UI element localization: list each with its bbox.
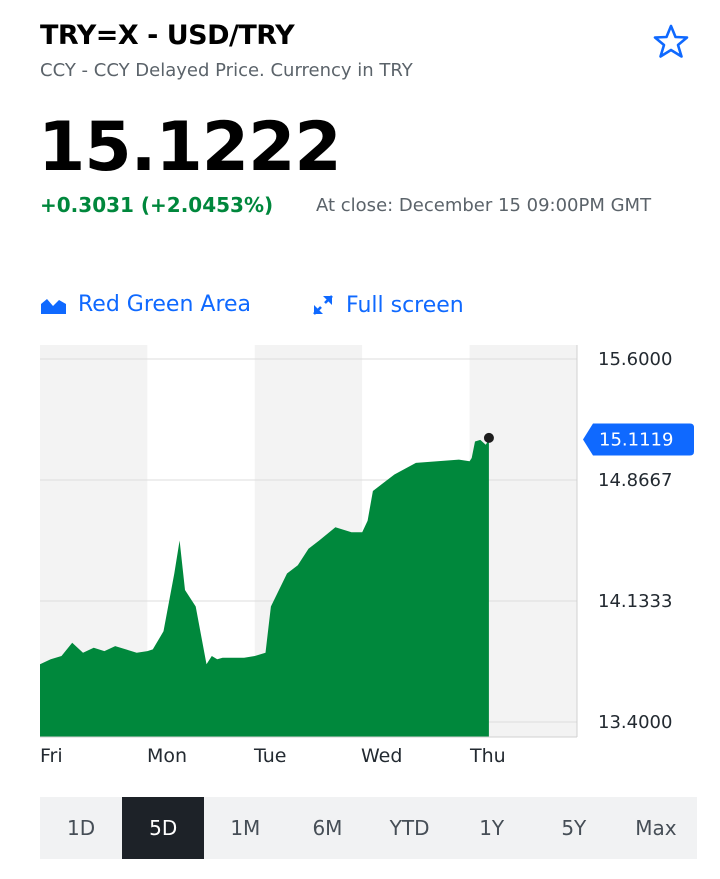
chart-type-button[interactable]: Red Green Area xyxy=(40,292,251,317)
price-chart[interactable]: 15.6000 14.8667 14.1333 13.4000 15.1119 Fri Mo… xyxy=(0,340,720,780)
y-tick-label: 13.4000 xyxy=(598,712,672,733)
range-ytd-button[interactable]: YTD xyxy=(369,797,451,859)
range-1m-button[interactable]: 1M xyxy=(204,797,286,859)
page-title: TRY=X - USD/TRY xyxy=(40,20,295,51)
range-5y-button[interactable]: 5Y xyxy=(533,797,615,859)
area-chart-icon xyxy=(41,298,66,314)
quote-subtitle: CCY - CCY Delayed Price. Currency in TRY xyxy=(40,60,413,81)
current-price-label: 15.1119 xyxy=(599,430,673,451)
fullscreen-label: Full screen xyxy=(346,292,464,318)
range-max-button[interactable]: Max xyxy=(615,797,697,859)
chart-type-label: Red Green Area xyxy=(78,292,252,317)
x-tick-label: Mon xyxy=(147,745,187,767)
x-tick-label: Wed xyxy=(361,745,402,767)
x-tick-label: Fri xyxy=(40,745,63,767)
y-tick-label: 15.6000 xyxy=(598,349,672,370)
expand-icon xyxy=(313,295,333,315)
range-1y-button[interactable]: 1Y xyxy=(451,797,533,859)
y-tick-label: 14.8667 xyxy=(598,470,672,491)
star-icon[interactable] xyxy=(651,22,691,62)
range-selector: 1D 5D 1M 6M YTD 1Y 5Y Max xyxy=(40,797,697,859)
range-1d-button[interactable]: 1D xyxy=(40,797,122,859)
x-tick-label: Tue xyxy=(253,745,286,767)
last-price-dot xyxy=(483,432,494,443)
y-tick-label: 14.1333 xyxy=(598,591,672,612)
price-change: +0.3031 (+2.0453%) xyxy=(40,193,274,217)
current-price: 15.1222 xyxy=(38,108,342,187)
range-6m-button[interactable]: 6M xyxy=(286,797,368,859)
range-5d-button[interactable]: 5D xyxy=(122,797,205,859)
close-time: At close: December 15 09:00PM GMT xyxy=(316,195,652,216)
fullscreen-button[interactable]: Full screen xyxy=(310,292,464,318)
x-tick-label: Thu xyxy=(469,745,506,767)
